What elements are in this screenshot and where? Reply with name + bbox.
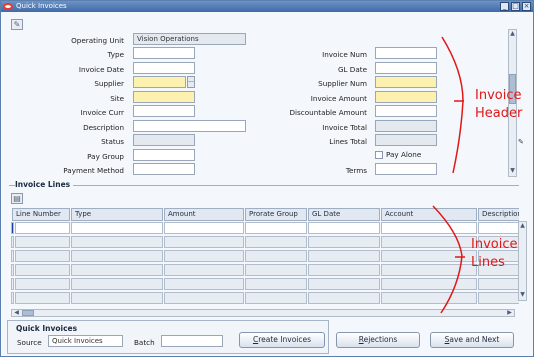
invoice-lines-annotation-line2: Lines [471, 255, 505, 270]
quick-invoices-window: Quick Invoices _ □ × ✎ Operating Unit Ty… [0, 0, 534, 357]
annotation-overlay [432, 36, 465, 314]
invoice-header-annotation-line2: Header [475, 106, 523, 121]
header-bracket-annotation [441, 36, 464, 174]
invoice-lines-annotation-line1: Invoice [471, 237, 518, 252]
lines-bracket-annotation [432, 205, 463, 314]
invoice-header-annotation-line1: Invoice [475, 88, 522, 103]
